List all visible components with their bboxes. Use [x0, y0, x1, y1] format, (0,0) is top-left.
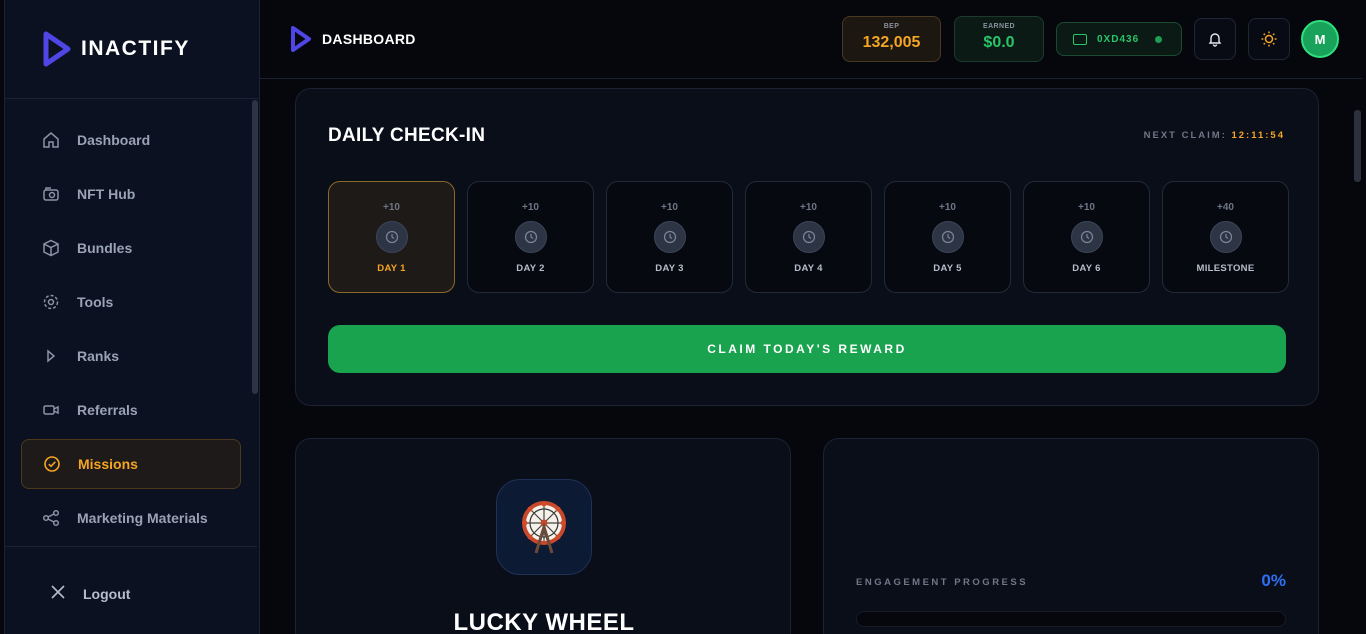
- clock-icon: [653, 221, 686, 253]
- gear-icon: [41, 292, 61, 312]
- sidebar-item-label: Marketing Materials: [77, 510, 208, 526]
- brand-name: INACTIFY: [81, 37, 190, 60]
- clock-icon: [792, 221, 825, 253]
- daily-checkin-card: DAILY CHECK-IN NEXT CLAIM: 12:11:54 +10 …: [295, 88, 1319, 406]
- day-points: +40: [1217, 202, 1234, 213]
- wallet-address: 0XD436: [1097, 33, 1140, 45]
- page-title-text: DASHBOARD: [322, 31, 416, 47]
- clock-icon: [1070, 221, 1103, 253]
- day-label: DAY 4: [794, 263, 823, 274]
- next-claim-label: NEXT CLAIM:: [1143, 130, 1227, 141]
- logout-button[interactable]: Logout: [51, 585, 130, 602]
- next-claim: NEXT CLAIM: 12:11:54: [1144, 130, 1285, 141]
- earned-value: $0.0: [983, 34, 1015, 51]
- next-claim-timer: 12:11:54: [1231, 130, 1285, 141]
- clock-icon: [931, 221, 964, 253]
- checkin-day-1[interactable]: +10 DAY 1: [328, 181, 455, 293]
- day-points: +10: [661, 202, 678, 213]
- day-label: DAY 1: [377, 263, 406, 274]
- dashboard-logo-icon: [291, 26, 311, 52]
- sidebar-item-tools[interactable]: Tools: [5, 275, 257, 329]
- engagement-progress-bar: [856, 611, 1286, 627]
- checkin-title: DAILY CHECK-IN: [328, 125, 486, 146]
- engagement-label: ENGAGEMENT PROGRESS: [856, 577, 1029, 588]
- day-label: MILESTONE: [1196, 263, 1255, 274]
- share-icon: [41, 508, 61, 528]
- checkin-days: +10 DAY 1 +10 DAY 2 +10 DAY 3 +10 DAY 4 …: [328, 181, 1289, 293]
- earned-balance[interactable]: EARNED $0.0: [954, 16, 1044, 62]
- clock-icon: [514, 221, 547, 253]
- sidebar-item-missions[interactable]: Missions: [21, 439, 241, 489]
- home-icon: [41, 130, 61, 150]
- clock-icon: [375, 221, 408, 253]
- day-label: DAY 2: [516, 263, 545, 274]
- sidebar-item-nft-hub[interactable]: NFT Hub: [5, 167, 257, 221]
- sidebar-item-label: Tools: [77, 294, 114, 310]
- sidebar-footer: Logout: [5, 546, 257, 634]
- box-icon: [41, 238, 61, 258]
- wallet-status-dot: [1155, 35, 1163, 43]
- sidebar-item-label: Missions: [78, 456, 138, 472]
- bep-balance[interactable]: BEP 132,005: [842, 16, 941, 62]
- page-title: DASHBOARD: [290, 25, 416, 53]
- brand[interactable]: INACTIFY: [5, 0, 259, 99]
- claim-reward-button[interactable]: CLAIM TODAY'S REWARD: [328, 325, 1286, 373]
- rank-icon: [41, 346, 61, 366]
- engagement-value: 0%: [1261, 571, 1286, 590]
- checkin-day-2[interactable]: +10 DAY 2: [467, 181, 594, 293]
- checkin-day-5[interactable]: +10 DAY 5: [884, 181, 1011, 293]
- notifications-button[interactable]: [1194, 18, 1236, 60]
- wallet-button[interactable]: 0XD436: [1056, 22, 1182, 56]
- day-label: DAY 5: [933, 263, 962, 274]
- day-points: +10: [939, 202, 956, 213]
- brand-logo-icon: [43, 31, 71, 67]
- sidebar-item-marketing-materials[interactable]: Marketing Materials: [5, 491, 257, 545]
- bep-label: BEP: [883, 23, 900, 30]
- day-points: +10: [522, 202, 539, 213]
- sidebar-item-ranks[interactable]: Ranks: [5, 329, 257, 383]
- app: INACTIFY Dashboard NFT Hub Bundles Tools…: [0, 0, 1366, 634]
- sidebar-item-bundles[interactable]: Bundles: [5, 221, 257, 275]
- day-label: DAY 3: [655, 263, 684, 274]
- day-points: +10: [1078, 202, 1095, 213]
- logout-label: Logout: [83, 585, 131, 602]
- sidebar-nav: Dashboard NFT Hub Bundles Tools Ranks Re…: [5, 113, 257, 545]
- sidebar: INACTIFY Dashboard NFT Hub Bundles Tools…: [4, 0, 260, 634]
- video-icon: [41, 400, 61, 420]
- day-points: +10: [800, 202, 817, 213]
- bell-icon: [1208, 33, 1222, 47]
- sidebar-item-label: Ranks: [77, 348, 120, 364]
- sidebar-item-referrals[interactable]: Referrals: [5, 383, 257, 437]
- lucky-wheel-card[interactable]: LUCKY WHEEL: [295, 438, 791, 634]
- top-header: DASHBOARD BEP 132,005 EARNED $0.0 0XD436…: [260, 0, 1362, 79]
- check-circle-icon: [42, 454, 62, 474]
- checkin-day-3[interactable]: +10 DAY 3: [606, 181, 733, 293]
- day-label: DAY 6: [1072, 263, 1101, 274]
- sidebar-item-label: NFT Hub: [77, 186, 136, 202]
- sidebar-item-dashboard[interactable]: Dashboard: [5, 113, 257, 167]
- sun-icon: [1261, 31, 1277, 47]
- theme-toggle-button[interactable]: [1248, 18, 1290, 60]
- checkin-day-6[interactable]: +10 DAY 6: [1023, 181, 1150, 293]
- sidebar-item-label: Bundles: [77, 240, 133, 256]
- lucky-wheel-title: LUCKY WHEEL: [453, 609, 635, 634]
- ferris-wheel-icon: [496, 479, 592, 575]
- sidebar-item-label: Referrals: [77, 402, 138, 418]
- clock-icon: [1209, 221, 1242, 253]
- wallet-icon: [1073, 33, 1087, 45]
- checkin-day-4[interactable]: +10 DAY 4: [745, 181, 872, 293]
- engagement-card: ENGAGEMENT PROGRESS 0%: [823, 438, 1319, 634]
- checkin-day-milestone[interactable]: +40 MILESTONE: [1162, 181, 1289, 293]
- main-scrollbar[interactable]: [1354, 110, 1361, 182]
- avatar[interactable]: M: [1301, 20, 1339, 58]
- bep-value: 132,005: [862, 34, 921, 51]
- earned-label: EARNED: [983, 23, 1015, 30]
- close-icon: [51, 585, 65, 602]
- day-points: +10: [383, 202, 400, 213]
- sidebar-item-label: Dashboard: [77, 132, 151, 148]
- nft-icon: [41, 184, 61, 204]
